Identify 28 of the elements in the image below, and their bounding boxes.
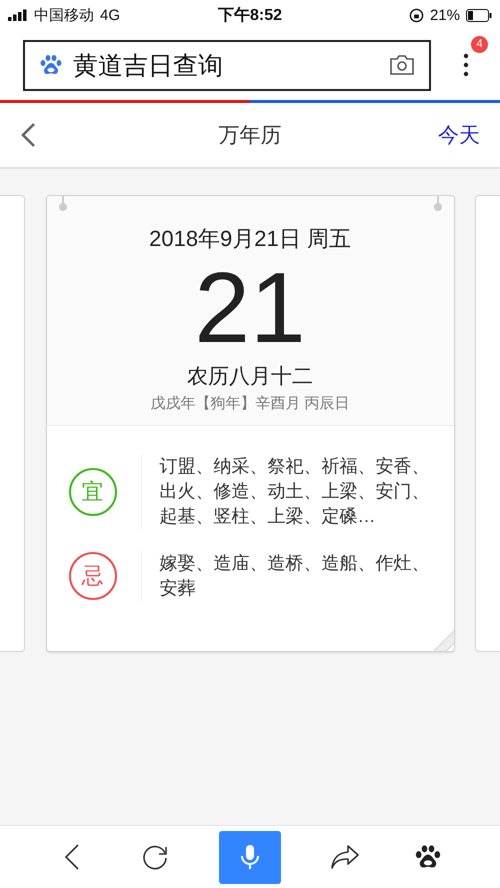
voice-button[interactable] (218, 830, 281, 884)
date-heading: 2018年9月21日 周五 (149, 225, 351, 253)
battery-icon (466, 8, 492, 22)
activity-list: 嫁娶、造庙、造桥、造船、作灶、安葬 (159, 551, 434, 601)
search-field[interactable]: 黄道吉日查询 (23, 40, 431, 90)
day-number: 21 (194, 258, 306, 358)
notification-badge: 4 (471, 36, 488, 52)
paw-logo-icon (39, 53, 63, 77)
page-title: 万年历 (218, 123, 282, 149)
camera-icon[interactable] (389, 54, 415, 76)
ganzhi-date: 戊戌年【狗年】辛酉月 丙辰日 (150, 394, 350, 413)
today-link[interactable]: 今天 (436, 121, 480, 149)
clock-time: 下午8:52 (218, 6, 282, 26)
refresh-icon[interactable] (141, 843, 170, 871)
more-icon[interactable] (462, 53, 468, 77)
battery-percent: 21% (430, 6, 460, 24)
advice-seal: 忌 (68, 552, 116, 600)
microphone-icon[interactable] (238, 843, 261, 871)
chevron-left-icon[interactable] (20, 122, 36, 148)
lunar-date: 农历八月十二 (187, 364, 313, 390)
advice-seal: 宜 (68, 468, 116, 516)
carrier-name: 中国移动 (34, 6, 94, 24)
activity-list: 订盟、纳采、祭祀、祈福、安香、出火、修造、动土、上梁、安门、起基、竖柱、上梁、定磉… (159, 454, 434, 529)
chevron-left-icon[interactable] (64, 844, 79, 870)
rotation-lock-icon (408, 8, 424, 22)
signal-icon (8, 9, 28, 21)
share-arrow-icon[interactable] (330, 844, 360, 870)
network-type: 4G (100, 6, 120, 24)
